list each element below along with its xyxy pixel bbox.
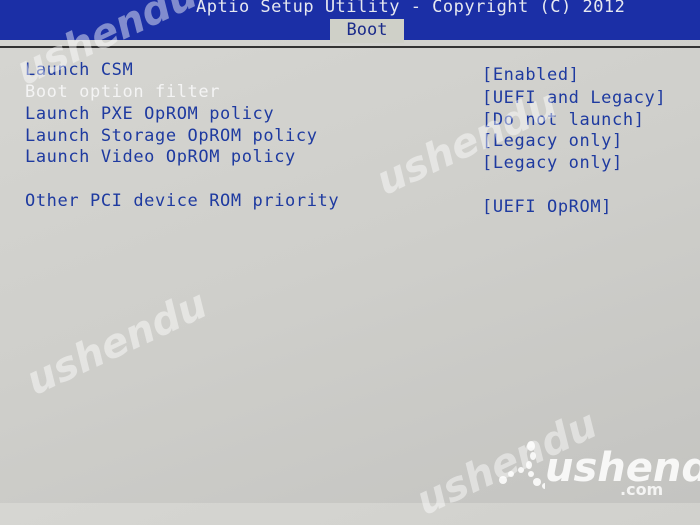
setting-other-pci-rom-priority[interactable]: Other PCI device ROM priority <box>25 191 339 211</box>
value-launch-video-oprom[interactable]: [Legacy only] <box>482 153 623 173</box>
value-launch-csm[interactable]: [Enabled] <box>482 65 580 85</box>
logo-suffix: .com <box>620 480 664 499</box>
value-other-pci-rom-priority[interactable]: [UEFI OpROM] <box>482 197 612 217</box>
tab-boot[interactable]: Boot <box>330 19 404 43</box>
watermark: ushendu <box>19 281 215 405</box>
app-title: Aptio Setup Utility - Copyright (C) 2012 <box>196 0 626 17</box>
setting-boot-option-filter[interactable]: Boot option filter <box>25 82 220 102</box>
setting-launch-storage-oprom[interactable]: Launch Storage OpROM policy <box>25 126 318 146</box>
setting-launch-video-oprom[interactable]: Launch Video OpROM policy <box>25 147 296 167</box>
setting-launch-pxe-oprom[interactable]: Launch PXE OpROM policy <box>25 104 274 124</box>
logo-dots-icon <box>499 441 545 489</box>
